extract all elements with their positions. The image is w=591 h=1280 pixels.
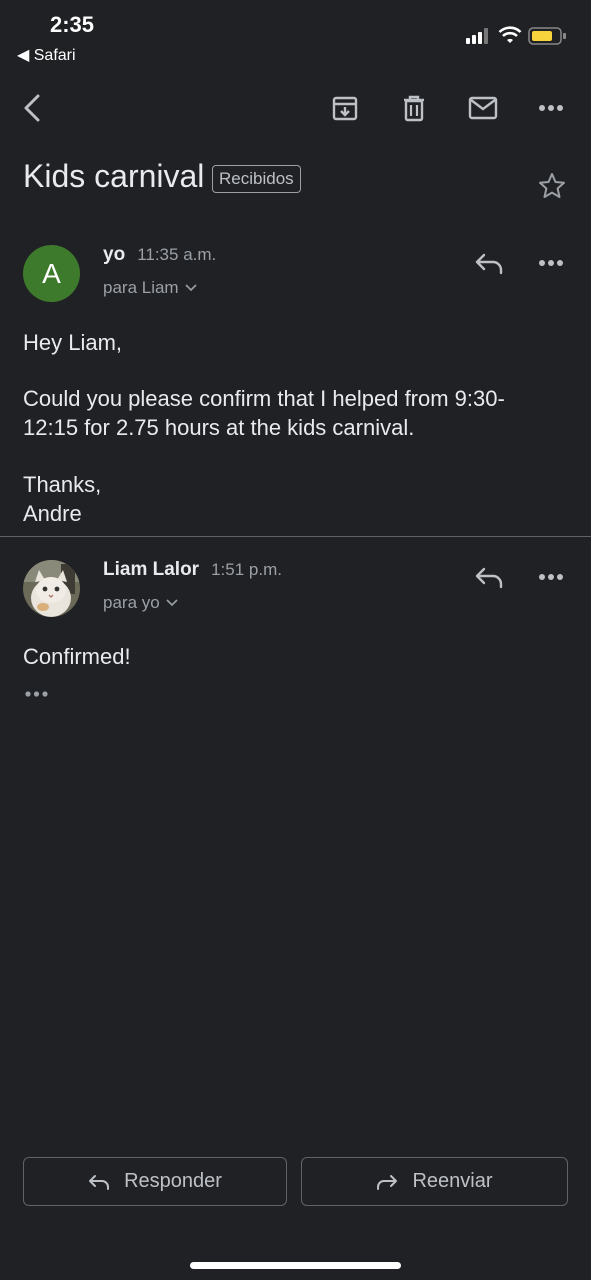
message-time: 11:35 a.m. xyxy=(137,245,217,264)
back-arrow-icon[interactable] xyxy=(10,86,54,130)
reply-button-label: Responder xyxy=(124,1170,222,1192)
battery-icon xyxy=(528,26,568,46)
forward-button[interactable]: Reenviar xyxy=(301,1157,568,1206)
message-body-line-1: Could you please confirm that I helped f… xyxy=(23,386,505,411)
cellular-signal-icon xyxy=(466,28,490,44)
sender-name: yo xyxy=(103,244,126,265)
sender-name: Liam Lalor xyxy=(103,559,200,580)
wifi-icon xyxy=(498,25,522,45)
chevron-down-icon xyxy=(185,284,197,292)
message-closing: Thanks, xyxy=(23,472,102,497)
reply-button[interactable]: Responder xyxy=(23,1157,287,1206)
show-trimmed-content-icon[interactable] xyxy=(24,690,50,698)
trash-icon[interactable] xyxy=(392,86,436,130)
mark-unread-mail-icon[interactable] xyxy=(461,86,505,130)
message-signature: Andre xyxy=(23,501,82,526)
message-more-icon[interactable] xyxy=(538,259,564,267)
sender-avatar[interactable]: A xyxy=(23,245,80,302)
message-more-icon[interactable] xyxy=(538,573,564,581)
reply-icon xyxy=(88,1173,110,1191)
message-body-line-2: 12:15 for 2.75 hours at the kids carniva… xyxy=(23,415,415,440)
recipient-text: para yo xyxy=(103,593,160,612)
inbox-label-chip[interactable]: Recibidos xyxy=(212,165,301,193)
star-icon[interactable] xyxy=(537,171,567,201)
message-greeting: Hey Liam, xyxy=(23,330,123,355)
recipient-toggle[interactable]: para yo xyxy=(103,593,178,613)
reply-icon[interactable] xyxy=(474,251,504,275)
back-to-safari-link[interactable]: ◀ Safari xyxy=(17,45,76,65)
message-body: Confirmed! xyxy=(23,644,131,669)
chevron-down-icon xyxy=(166,599,178,607)
reply-icon[interactable] xyxy=(474,565,504,589)
message-divider xyxy=(0,536,591,537)
message-header: yo 11:35 a.m. xyxy=(103,244,216,266)
status-time: 2:35 xyxy=(50,12,95,37)
home-indicator[interactable] xyxy=(190,1262,401,1269)
recipient-toggle[interactable]: para Liam xyxy=(103,278,197,298)
message-header: Liam Lalor 1:51 p.m. xyxy=(103,559,282,581)
forward-button-label: Reenviar xyxy=(412,1170,493,1192)
sender-avatar-photo[interactable] xyxy=(23,560,80,617)
more-options-icon[interactable] xyxy=(529,86,573,130)
message-time: 1:51 p.m. xyxy=(211,560,282,579)
email-subject: Kids carnival xyxy=(23,158,205,194)
forward-icon xyxy=(376,1173,398,1191)
recipient-text: para Liam xyxy=(103,278,179,297)
archive-icon[interactable] xyxy=(323,86,367,130)
